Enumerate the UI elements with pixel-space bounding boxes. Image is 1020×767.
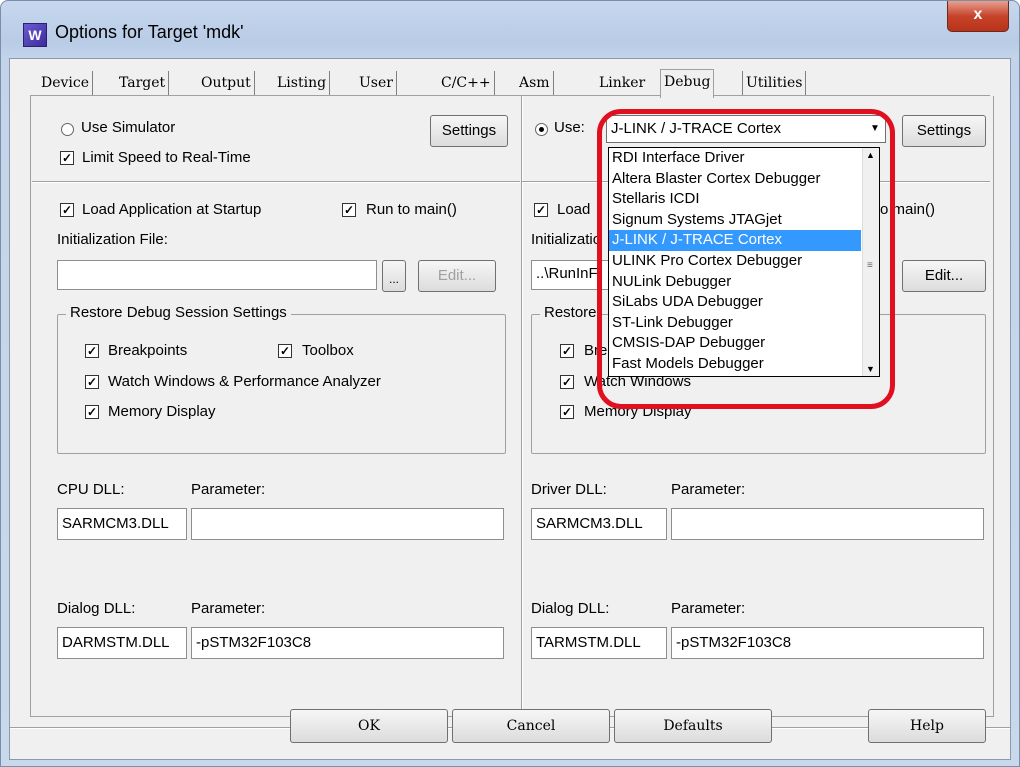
- toolbox-label: Toolbox: [302, 342, 354, 359]
- watch-windows-checkbox[interactable]: ✓: [85, 375, 99, 389]
- dropdown-item[interactable]: Fast Models Debugger: [609, 354, 861, 375]
- tab-listing[interactable]: Listing: [274, 71, 331, 95]
- scroll-down-icon[interactable]: ▼: [866, 364, 875, 374]
- tab-target[interactable]: Target: [116, 71, 170, 95]
- right-memory-display-label: Memory Display: [584, 403, 692, 420]
- dropdown-item[interactable]: Stellaris ICDI: [609, 189, 861, 210]
- dropdown-item[interactable]: ST-Link Debugger: [609, 313, 861, 334]
- cpu-dll-label: CPU DLL:: [57, 481, 125, 498]
- ok-button[interactable]: OK: [290, 709, 448, 743]
- right-init-file-edit-button[interactable]: Edit...: [902, 260, 986, 292]
- tab-device[interactable]: Device: [38, 71, 94, 95]
- tab-debug[interactable]: Debug: [660, 69, 715, 98]
- chevron-down-icon[interactable]: ▼: [867, 119, 883, 139]
- use-debugger-label: Use:: [554, 119, 585, 136]
- tab-asm[interactable]: Asm: [516, 71, 554, 95]
- column-divider: [521, 96, 523, 716]
- dropdown-scrollbar[interactable]: ▲ ≡ ▼: [862, 148, 879, 376]
- right-breakpoints-label: Bre: [584, 342, 608, 359]
- debugger-dropdown-list: RDI Interface Driver Altera Blaster Cort…: [608, 147, 880, 377]
- dropdown-item[interactable]: Altera Blaster Cortex Debugger: [609, 169, 861, 190]
- watch-windows-label: Watch Windows & Performance Analyzer: [108, 373, 381, 390]
- dialog-dll-label: Dialog DLL:: [57, 600, 136, 617]
- driver-dll-input[interactable]: SARMCM3.DLL: [531, 508, 667, 540]
- init-file-browse-button[interactable]: ...: [382, 260, 406, 292]
- use-debugger-radio[interactable]: [535, 123, 548, 136]
- close-button[interactable]: x: [947, 1, 1009, 32]
- run-to-main-label: Run to main(): [366, 201, 457, 218]
- defaults-button[interactable]: Defaults: [614, 709, 772, 743]
- restore-group-title: Restore Debug Session Settings: [66, 304, 291, 321]
- right-dialog-param-input[interactable]: -pSTM32F103C8: [671, 627, 984, 659]
- cpu-param-input[interactable]: [191, 508, 504, 540]
- right-breakpoints-checkbox[interactable]: ✓: [560, 344, 574, 358]
- driver-dll-label: Driver DLL:: [531, 481, 607, 498]
- dropdown-item[interactable]: CMSIS-DAP Debugger: [609, 333, 861, 354]
- driver-param-label: Parameter:: [671, 481, 746, 498]
- dropdown-item[interactable]: SiLabs UDA Debugger: [609, 292, 861, 313]
- scroll-up-icon[interactable]: ▲: [866, 150, 875, 160]
- right-dialog-dll-input[interactable]: TARMSTM.DLL: [531, 627, 667, 659]
- toolbox-checkbox[interactable]: ✓: [278, 344, 292, 358]
- limit-speed-label: Limit Speed to Real-Time: [82, 149, 251, 166]
- cancel-button[interactable]: Cancel: [452, 709, 610, 743]
- left-separator: [32, 181, 520, 183]
- help-button[interactable]: Help: [868, 709, 986, 743]
- right-load-app-checkbox[interactable]: ✓: [534, 203, 548, 217]
- tab-linker[interactable]: Linker: [596, 71, 648, 95]
- use-simulator-label: Use Simulator: [81, 119, 176, 136]
- right-init-file-label: Initializatio: [531, 231, 602, 248]
- dialog-param-input[interactable]: -pSTM32F103C8: [191, 627, 504, 659]
- right-run-to-main-label: o main(): [880, 201, 936, 218]
- debugger-settings-button[interactable]: Settings: [902, 115, 986, 147]
- limit-speed-checkbox[interactable]: ✓: [60, 151, 74, 165]
- dropdown-item[interactable]: ULINK Pro Cortex Debugger: [609, 251, 861, 272]
- scroll-grip-icon[interactable]: ≡: [867, 260, 873, 271]
- dropdown-item[interactable]: Signum Systems JTAGjet: [609, 210, 861, 231]
- breakpoints-label: Breakpoints: [108, 342, 188, 359]
- load-app-label: Load Application at Startup: [82, 201, 262, 218]
- init-file-label: Initialization File:: [57, 231, 168, 248]
- right-watch-windows-checkbox[interactable]: ✓: [560, 375, 574, 389]
- dialog-dll-input[interactable]: DARMSTM.DLL: [57, 627, 187, 659]
- simulator-settings-button[interactable]: Settings: [430, 115, 508, 147]
- dropdown-item[interactable]: NULink Debugger: [609, 272, 861, 293]
- dialog-param-label: Parameter:: [191, 600, 266, 617]
- tab-output[interactable]: Output: [198, 71, 255, 95]
- right-memory-display-checkbox[interactable]: ✓: [560, 405, 574, 419]
- load-app-checkbox[interactable]: ✓: [60, 203, 74, 217]
- right-restore-group-title: Restore: [540, 304, 601, 321]
- right-dialog-param-label: Parameter:: [671, 600, 746, 617]
- app-icon: W: [23, 23, 47, 47]
- right-dialog-dll-label: Dialog DLL:: [531, 600, 610, 617]
- breakpoints-checkbox[interactable]: ✓: [85, 344, 99, 358]
- dropdown-item-selected[interactable]: J-LINK / J-TRACE Cortex: [609, 230, 861, 251]
- tab-user[interactable]: User: [356, 71, 397, 95]
- use-simulator-radio[interactable]: [61, 123, 74, 136]
- title-bar: W Options for Target 'mdk' x: [1, 1, 1019, 59]
- debugger-select[interactable]: J-LINK / J-TRACE Cortex ▼: [606, 115, 886, 143]
- memory-display-label: Memory Display: [108, 403, 216, 420]
- memory-display-checkbox[interactable]: ✓: [85, 405, 99, 419]
- options-dialog: W Options for Target 'mdk' x Device Targ…: [0, 0, 1020, 767]
- dropdown-items: RDI Interface Driver Altera Blaster Cort…: [609, 148, 861, 375]
- cpu-dll-input[interactable]: SARMCM3.DLL: [57, 508, 187, 540]
- window-title: Options for Target 'mdk': [55, 22, 244, 42]
- cpu-param-label: Parameter:: [191, 481, 266, 498]
- debugger-select-value: J-LINK / J-TRACE Cortex: [611, 120, 782, 137]
- run-to-main-checkbox[interactable]: ✓: [342, 203, 356, 217]
- init-file-input[interactable]: [57, 260, 377, 290]
- right-load-app-label: Load: [557, 201, 591, 218]
- init-file-edit-button[interactable]: Edit...: [418, 260, 496, 292]
- dropdown-item[interactable]: RDI Interface Driver: [609, 148, 861, 169]
- tab-cc[interactable]: C/C++: [438, 71, 495, 95]
- right-init-file-input[interactable]: ..\RunInF: [531, 260, 611, 290]
- driver-param-input[interactable]: [671, 508, 984, 540]
- tab-utilities[interactable]: Utilities: [742, 71, 807, 95]
